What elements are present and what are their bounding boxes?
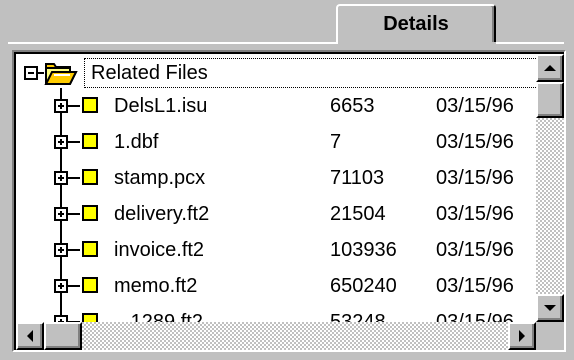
expand-plus-icon[interactable]: [54, 171, 68, 185]
horizontal-scroll-thumb[interactable]: [44, 322, 82, 350]
tree-connector: [68, 213, 80, 215]
scroll-up-button[interactable]: [536, 54, 564, 82]
vertical-scrollbar[interactable]: [536, 54, 564, 322]
tree-connector: [68, 141, 80, 143]
scrollbar-corner: [536, 322, 564, 350]
tree-view[interactable]: Related Files DelsL1.isu 6653 03/15/96 1.db…: [12, 50, 566, 352]
file-icon: [82, 97, 98, 113]
file-date: 03/15/96: [436, 95, 514, 117]
file-date: 03/15/96: [436, 131, 514, 153]
file-icon: [82, 133, 98, 149]
expand-plus-icon[interactable]: [54, 243, 68, 257]
arrow-left-icon: [27, 330, 33, 342]
file-date: 03/15/96: [436, 275, 514, 297]
tab-border-left: [8, 42, 338, 44]
collapse-minus-icon[interactable]: [24, 66, 38, 80]
expand-plus-icon[interactable]: [54, 99, 68, 113]
tree-item[interactable]: delivery.ft2 21504 03/15/96: [16, 196, 546, 232]
arrow-right-icon: [519, 330, 525, 342]
tree-item[interactable]: memo.ft2 650240 03/15/96: [16, 268, 546, 304]
tree-item[interactable]: DelsL1.isu 6653 03/15/96: [16, 88, 546, 124]
file-name: DelsL1.isu: [114, 95, 208, 117]
tree-item[interactable]: invoice.ft2 103936 03/15/96: [16, 232, 546, 268]
arrow-up-icon: [544, 65, 556, 71]
file-name: 1.dbf: [114, 131, 159, 153]
tree-root-label[interactable]: Related Files: [84, 58, 542, 88]
tab-border-right: [496, 42, 564, 44]
tree-view-inner: Related Files DelsL1.isu 6653 03/15/96 1.db…: [14, 52, 564, 350]
scroll-left-button[interactable]: [16, 322, 44, 350]
file-size: 6653: [330, 95, 375, 117]
tab-details[interactable]: Details: [336, 4, 496, 42]
open-folder-icon: [44, 63, 78, 85]
tree-item[interactable]: stamp.pcx 71103 03/15/96: [16, 160, 546, 196]
file-icon: [82, 241, 98, 257]
file-icon: [82, 277, 98, 293]
tree-connector: [68, 285, 80, 287]
file-name: stamp.pcx: [114, 167, 206, 189]
tree-connector: [68, 177, 80, 179]
file-size: 71103: [330, 167, 385, 189]
file-size: 7: [330, 131, 342, 153]
scroll-down-button[interactable]: [536, 294, 564, 322]
file-icon: [82, 169, 98, 185]
file-size: 650240: [330, 275, 397, 297]
arrow-down-icon: [544, 305, 556, 311]
tree-item[interactable]: 1.dbf 7 03/15/96: [16, 124, 546, 160]
horizontal-scrollbar[interactable]: [16, 322, 536, 350]
file-date: 03/15/96: [436, 167, 514, 189]
file-date: 03/15/96: [436, 203, 514, 225]
expand-plus-icon[interactable]: [54, 207, 68, 221]
vertical-scroll-thumb[interactable]: [536, 82, 564, 118]
tree-connector: [68, 105, 80, 107]
tree-connector: [68, 249, 80, 251]
file-name: invoice.ft2: [114, 239, 205, 261]
expand-plus-icon[interactable]: [54, 135, 68, 149]
expand-plus-icon[interactable]: [54, 279, 68, 293]
file-icon: [82, 205, 98, 221]
file-date: 03/15/96: [436, 239, 514, 261]
file-name: delivery.ft2: [114, 203, 210, 225]
scroll-right-button[interactable]: [508, 322, 536, 350]
file-size: 21504: [330, 203, 386, 225]
file-name: memo.ft2: [114, 275, 198, 297]
file-size: 103936: [330, 239, 397, 261]
